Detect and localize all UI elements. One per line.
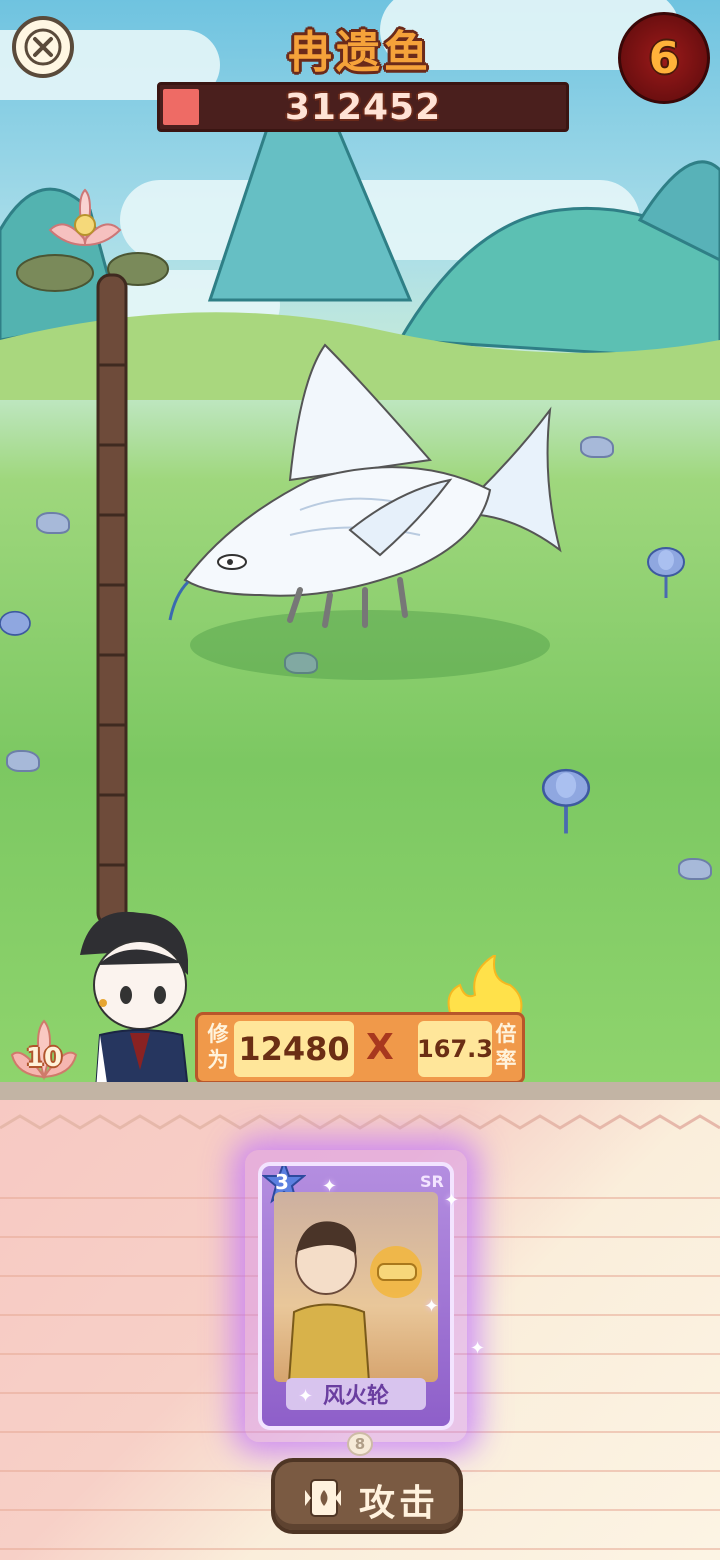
boss-hp-bar: 312452	[157, 82, 569, 132]
card-icon	[305, 1479, 341, 1517]
boss-fish-sprite[interactable]	[150, 340, 570, 640]
card-star-level: 3	[275, 1170, 289, 1194]
sparkle: ✦	[444, 1190, 460, 1211]
boss-hp-value: 312452	[284, 86, 442, 128]
power-panel: 修 为 12480 X 167.3 倍 率	[195, 1012, 525, 1084]
card-rarity: SR	[420, 1172, 444, 1191]
multiplier-label: 倍 率	[495, 1022, 517, 1072]
blue-flower	[541, 768, 591, 834]
cultivation-value: 12480	[234, 1021, 354, 1077]
ground-divider	[0, 1082, 720, 1100]
boss-name: 冉遗鱼	[288, 27, 432, 78]
card-cost: 8	[347, 1432, 373, 1456]
multiplier-value: 167.3	[417, 1021, 493, 1077]
battle-scene: 10 修 为 12480 X 167.3 倍 率	[0, 0, 720, 1090]
rock	[678, 858, 712, 880]
turns-remaining-value: 6	[648, 32, 680, 84]
hero-character	[80, 911, 190, 1090]
blue-flower	[647, 547, 685, 598]
attack-button-label: 攻击	[359, 1483, 440, 1524]
sparkle: ✦	[424, 1296, 440, 1317]
decorative-border	[0, 1114, 720, 1130]
lotus-staff	[16, 188, 169, 925]
sparkle: ✦	[298, 1386, 314, 1407]
cultivation-label: 修 为	[207, 1022, 229, 1072]
sparkle: ✦	[322, 1176, 338, 1197]
card-art-illustration	[287, 1221, 422, 1383]
turns-remaining-badge: 6	[618, 12, 710, 104]
lotus-counter: 10	[2, 1015, 86, 1085]
rock	[580, 436, 614, 458]
multiply-symbol: X	[366, 1027, 394, 1068]
sparkle: ✦	[470, 1338, 486, 1359]
attack-button[interactable]: 攻击	[271, 1458, 463, 1534]
lotus-count-value: 10	[25, 1043, 63, 1073]
card-artwork	[274, 1192, 438, 1383]
